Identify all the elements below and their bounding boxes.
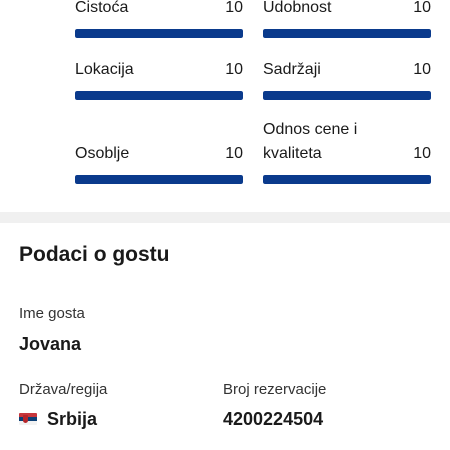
review-scores-section: Čistoća 10 Udobnost 10 Lokacija 10 Sadrž… (0, 0, 450, 212)
score-label: Udobnost (263, 0, 332, 16)
score-value: 10 (413, 0, 431, 16)
score-bar-fill (263, 175, 431, 184)
score-bar-fill (75, 29, 243, 38)
score-label-line1: Odnos cene i (263, 121, 358, 138)
score-value-for-money: Odnos cene i kvaliteta 10 (263, 118, 431, 188)
score-bar (263, 91, 431, 100)
score-staff: Osoblje 10 (75, 118, 243, 188)
guest-details-section: Podaci o gostu Ime gosta Jovana Država/r… (0, 223, 450, 450)
score-label: Sadržaji (263, 61, 321, 78)
score-value: 10 (225, 61, 243, 78)
score-bar (75, 175, 243, 184)
serbia-flag-icon (19, 413, 37, 425)
score-bar-fill (75, 175, 243, 184)
score-bar (75, 29, 243, 38)
country-value: Srbija (47, 409, 98, 429)
score-value: 10 (413, 145, 431, 162)
score-label: Lokacija (75, 61, 134, 78)
guest-name-label: Ime gosta (19, 305, 85, 322)
booking-number-value: 4200224504 (223, 409, 324, 429)
score-value: 10 (413, 61, 431, 78)
score-bar-fill (75, 91, 243, 100)
score-bar-fill (263, 91, 431, 100)
score-value: 10 (225, 145, 243, 162)
score-bar-fill (263, 29, 431, 38)
section-divider (0, 212, 450, 223)
section-title: Podaci o gostu (19, 243, 170, 266)
score-label: Čistoća (75, 0, 129, 16)
score-label-line2: kvaliteta (263, 145, 322, 162)
score-location: Lokacija 10 (75, 58, 243, 102)
score-value: 10 (225, 0, 243, 16)
guest-name-value: Jovana (19, 334, 82, 354)
country-label: Država/regija (19, 381, 108, 398)
score-bar (75, 91, 243, 100)
score-comfort: Udobnost 10 (263, 0, 431, 44)
score-label: Osoblje (75, 145, 130, 162)
booking-number-label: Broj rezervacije (223, 381, 327, 398)
score-bar (263, 175, 431, 184)
score-cleanliness: Čistoća 10 (75, 0, 243, 44)
score-facilities: Sadržaji 10 (263, 58, 431, 102)
score-bar (263, 29, 431, 38)
